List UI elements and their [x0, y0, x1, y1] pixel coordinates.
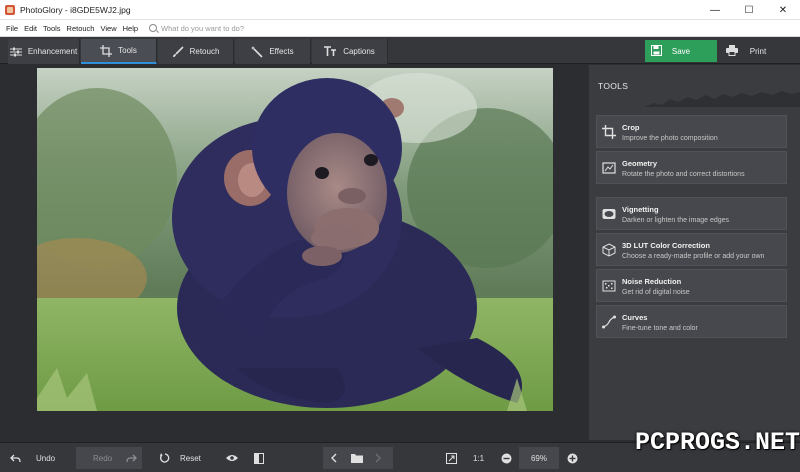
- chimpanzee-photo: [37, 68, 553, 411]
- tab-retouch-label: Retouch: [189, 47, 220, 56]
- sliders-icon: [9, 47, 22, 56]
- title-bar: PhotoGlory - i8GDE5WJ2.jpg — ☐ ✕: [0, 0, 800, 20]
- actual-size-button[interactable]: 1:1: [473, 443, 484, 472]
- tab-tools-label: Tools: [118, 46, 137, 55]
- redo-button[interactable]: Redo: [76, 447, 142, 469]
- undo-button[interactable]: Undo: [10, 443, 55, 472]
- close-button[interactable]: ✕: [766, 0, 800, 20]
- tab-enhancement[interactable]: Enhancement: [8, 39, 80, 64]
- fit-screen-icon: [446, 452, 457, 464]
- tool-crop-name: Crop: [622, 123, 640, 132]
- compare-icon: [254, 452, 264, 464]
- menu-retouch[interactable]: Retouch: [64, 24, 98, 33]
- tool-curves-name: Curves: [622, 313, 648, 322]
- window-controls: — ☐ ✕: [698, 0, 800, 20]
- tool-geometry-desc: Rotate the photo and correct distortions: [622, 171, 745, 178]
- crop-icon: [602, 125, 616, 139]
- print-button-label: Print: [749, 46, 767, 56]
- undo-icon: [10, 454, 21, 462]
- tool-noise-reduction-desc: Get rid of digital noise: [622, 289, 690, 296]
- menu-help[interactable]: Help: [120, 24, 141, 33]
- reset-icon: [160, 453, 170, 463]
- tool-geometry-name: Geometry: [622, 159, 658, 168]
- cube-icon: [602, 243, 616, 257]
- watermark-text: PCPROGS.NET: [635, 428, 800, 457]
- tool-noise-reduction-name: Noise Reduction: [622, 277, 682, 286]
- menu-edit[interactable]: Edit: [21, 24, 40, 33]
- image-workspace: [8, 65, 585, 440]
- magic-wand-icon: [251, 45, 263, 58]
- redo-icon: [126, 454, 138, 462]
- maximize-button[interactable]: ☐: [732, 0, 766, 20]
- tool-crop[interactable]: Crop Improve the photo composition: [596, 115, 787, 148]
- undo-label: Undo: [36, 453, 56, 463]
- fit-to-screen-button[interactable]: [446, 443, 457, 472]
- tool-3d-lut[interactable]: 3D LUT Color Correction Choose a ready-m…: [596, 233, 787, 266]
- menu-tools[interactable]: Tools: [40, 24, 64, 33]
- previous-photo-icon[interactable]: [331, 453, 337, 463]
- brush-icon: [172, 45, 184, 57]
- tab-tools[interactable]: Tools: [81, 39, 157, 64]
- file-navigation: [323, 447, 393, 469]
- window-title: PhotoGlory - i8GDE5WJ2.jpg: [20, 4, 131, 15]
- zoom-out-button[interactable]: [501, 443, 512, 472]
- reset-button[interactable]: Reset: [160, 443, 201, 472]
- command-search-placeholder: What do you want to do?: [161, 23, 245, 33]
- print-button[interactable]: Print: [722, 40, 794, 62]
- command-search[interactable]: What do you want to do?: [149, 24, 244, 33]
- reset-label: Reset: [180, 453, 201, 463]
- minimize-button[interactable]: —: [698, 0, 732, 20]
- tool-3d-lut-name: 3D LUT Color Correction: [622, 241, 710, 250]
- menu-file[interactable]: File: [3, 24, 21, 33]
- photo-preview[interactable]: [37, 68, 553, 411]
- tab-captions[interactable]: Captions: [312, 39, 388, 64]
- tool-vignetting-name: Vignetting: [622, 205, 659, 214]
- tool-curves[interactable]: Curves Fine-tune tone and color: [596, 305, 787, 338]
- panel-header-decoration: [644, 91, 800, 107]
- tool-crop-desc: Improve the photo composition: [622, 135, 718, 142]
- preview-toggle[interactable]: [226, 443, 238, 472]
- tab-captions-label: Captions: [343, 47, 375, 56]
- vignette-icon: [602, 209, 616, 219]
- open-folder-icon[interactable]: [351, 453, 363, 463]
- text-icon: [324, 46, 337, 56]
- tab-enhancement-label: Enhancement: [27, 47, 78, 56]
- zoom-level[interactable]: 69%: [519, 447, 559, 469]
- crop-icon: [100, 44, 113, 57]
- tab-effects[interactable]: Effects: [235, 39, 311, 64]
- tool-vignetting[interactable]: Vignetting Darken or lighten the image e…: [596, 197, 787, 230]
- tool-noise-reduction[interactable]: Noise Reduction Get rid of digital noise: [596, 269, 787, 302]
- tab-retouch[interactable]: Retouch: [158, 39, 234, 64]
- panel-title: TOOLS: [598, 81, 629, 91]
- tool-curves-desc: Fine-tune tone and color: [622, 325, 698, 332]
- tools-panel: TOOLS Crop Improve the photo composition…: [589, 65, 800, 440]
- menu-view[interactable]: View: [97, 24, 119, 33]
- curves-icon: [602, 315, 616, 329]
- geometry-icon: [602, 162, 616, 174]
- zoom-in-icon: [567, 453, 578, 463]
- zoom-in-button[interactable]: [567, 443, 578, 472]
- next-photo-icon[interactable]: [375, 453, 381, 463]
- floppy-disk-icon: [651, 45, 662, 56]
- save-button[interactable]: Save: [645, 40, 717, 62]
- menu-bar: File Edit Tools Retouch View Help What d…: [0, 20, 800, 37]
- app-logo-icon: [5, 4, 15, 15]
- save-button-label: Save: [671, 46, 691, 56]
- tool-geometry[interactable]: Geometry Rotate the photo and correct di…: [596, 151, 787, 184]
- main-toolbar: Enhancement Tools Retouch Effects Captio…: [0, 37, 800, 64]
- printer-icon: [726, 45, 738, 56]
- search-icon: [149, 24, 158, 32]
- redo-label: Redo: [93, 453, 113, 463]
- tool-3d-lut-desc: Choose a ready-made profile or add your …: [622, 253, 765, 260]
- compare-button[interactable]: [254, 443, 264, 472]
- tab-effects-label: Effects: [269, 47, 294, 56]
- zoom-out-icon: [501, 453, 512, 463]
- eye-icon: [226, 455, 238, 461]
- tool-vignetting-desc: Darken or lighten the image edges: [622, 217, 730, 224]
- noise-icon: [602, 280, 616, 292]
